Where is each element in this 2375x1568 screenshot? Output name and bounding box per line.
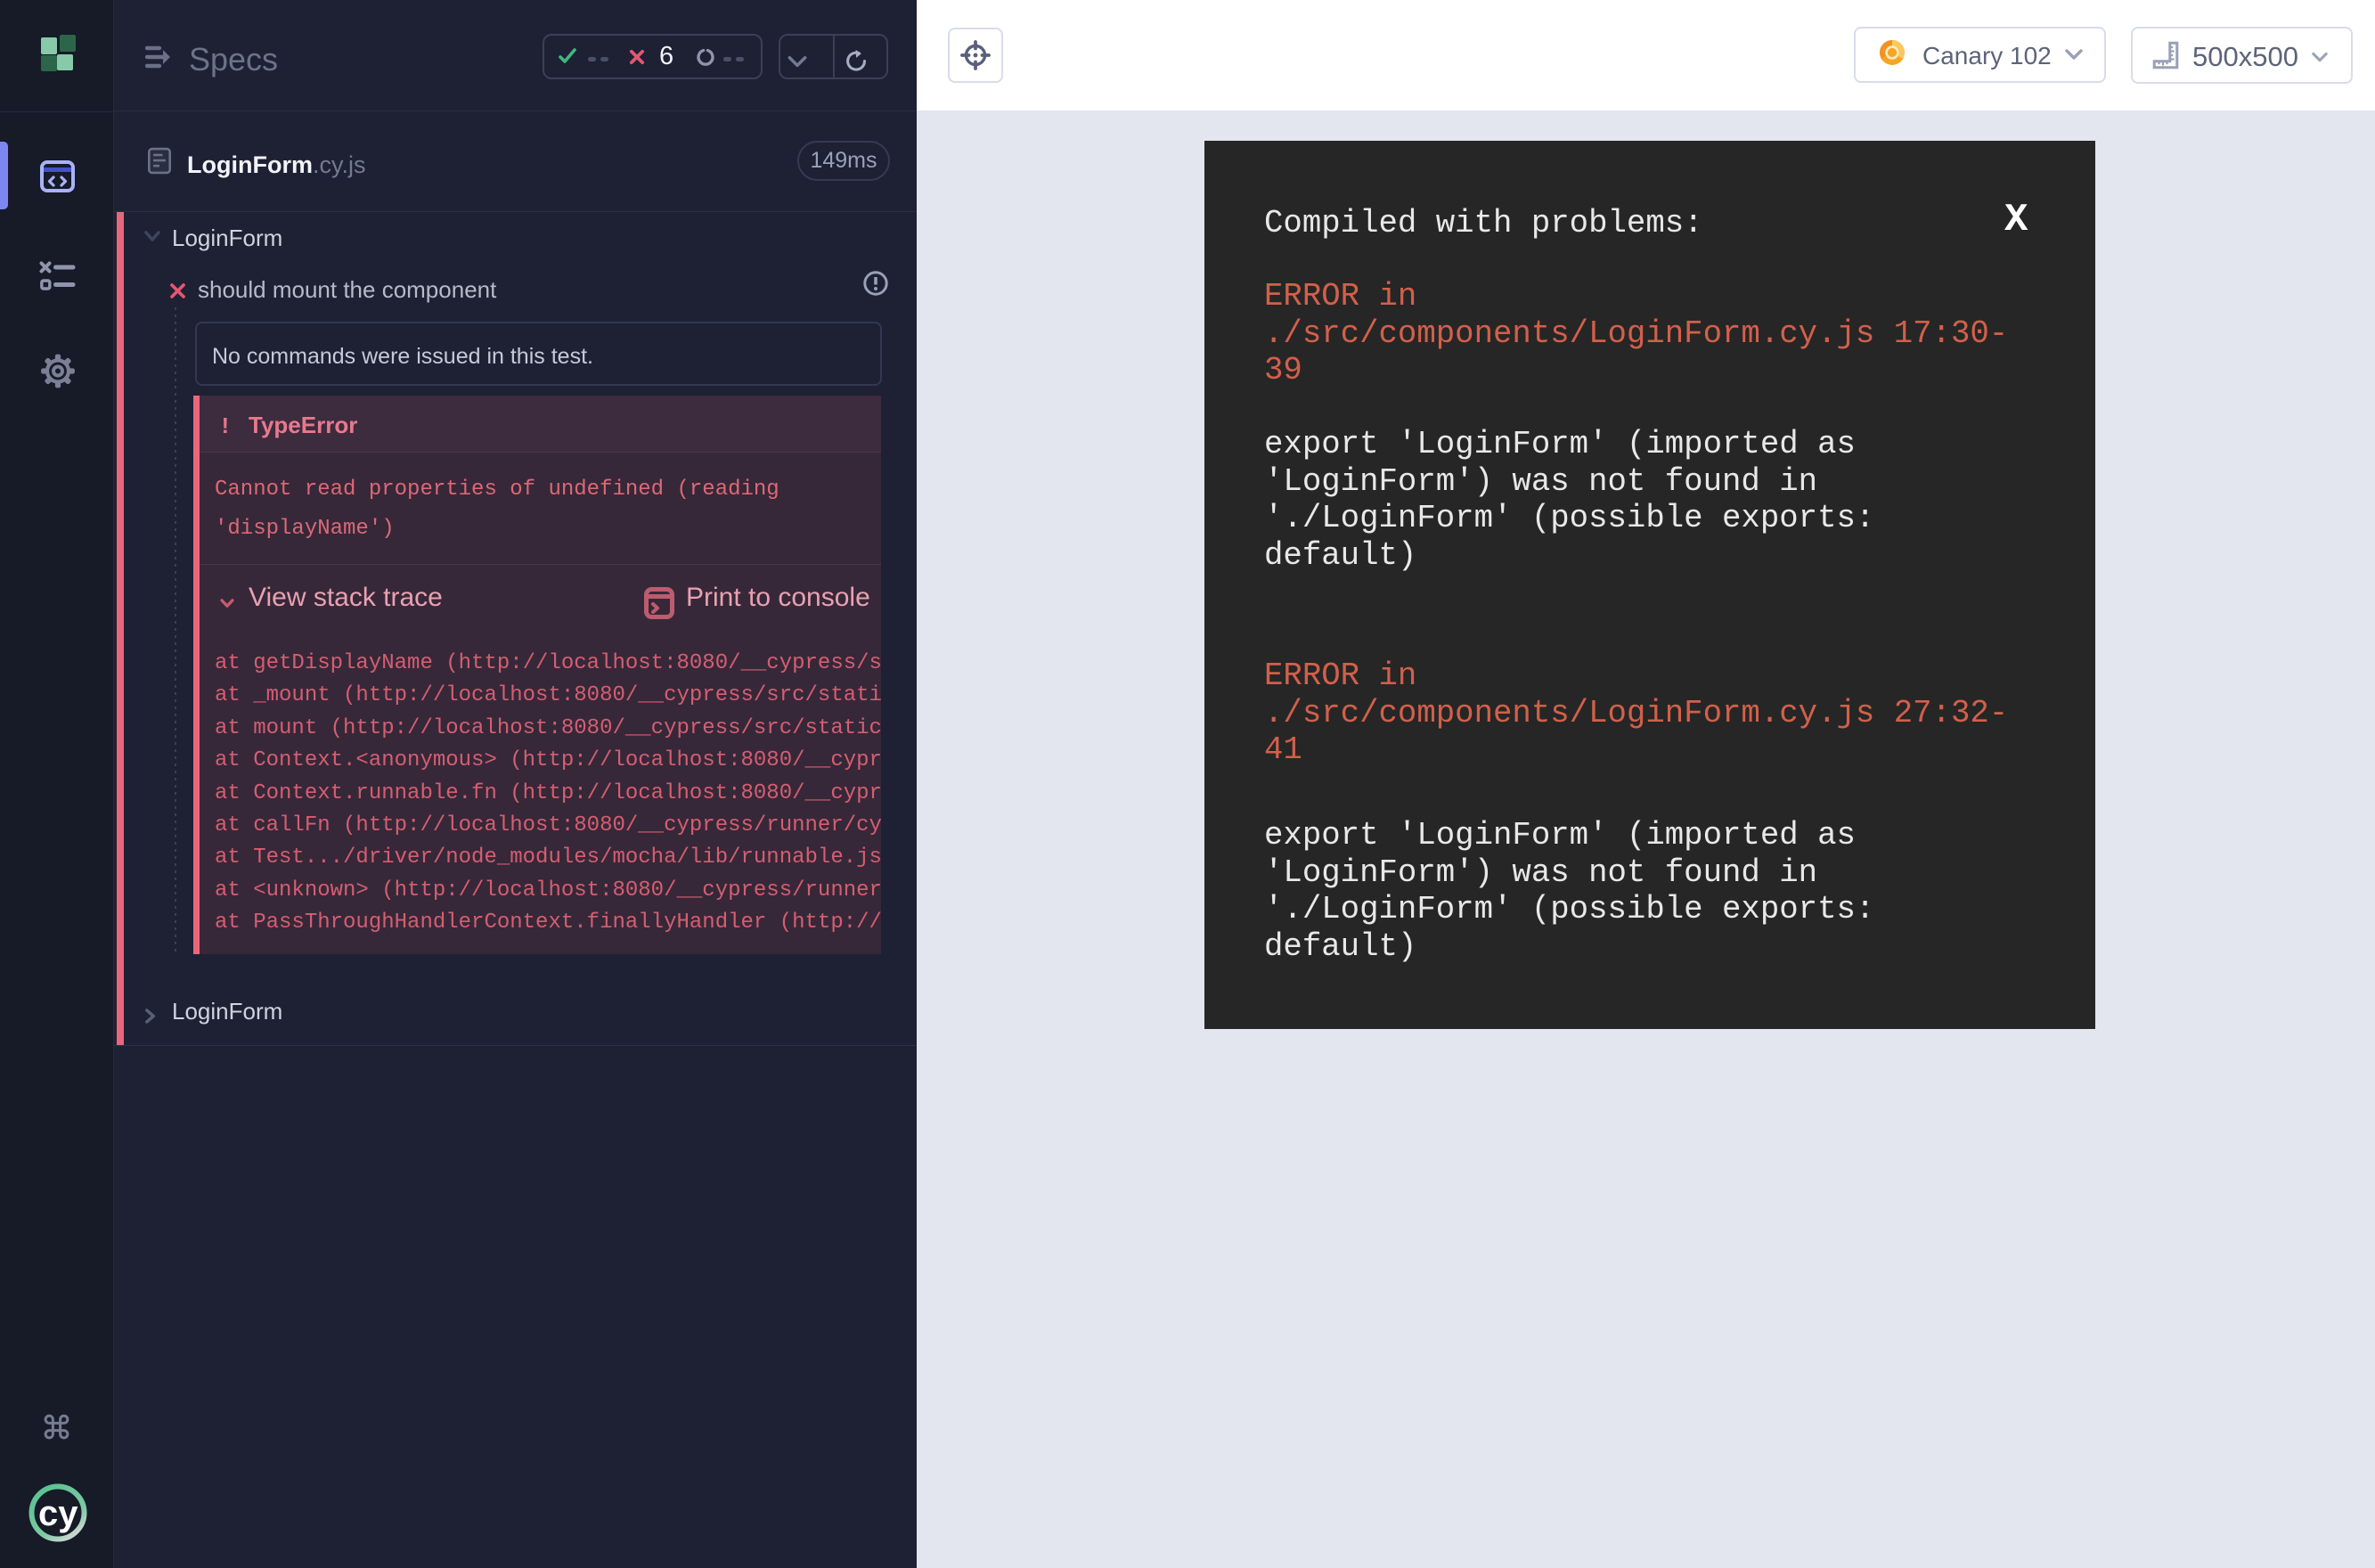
svg-text:cy: cy (38, 1494, 78, 1533)
